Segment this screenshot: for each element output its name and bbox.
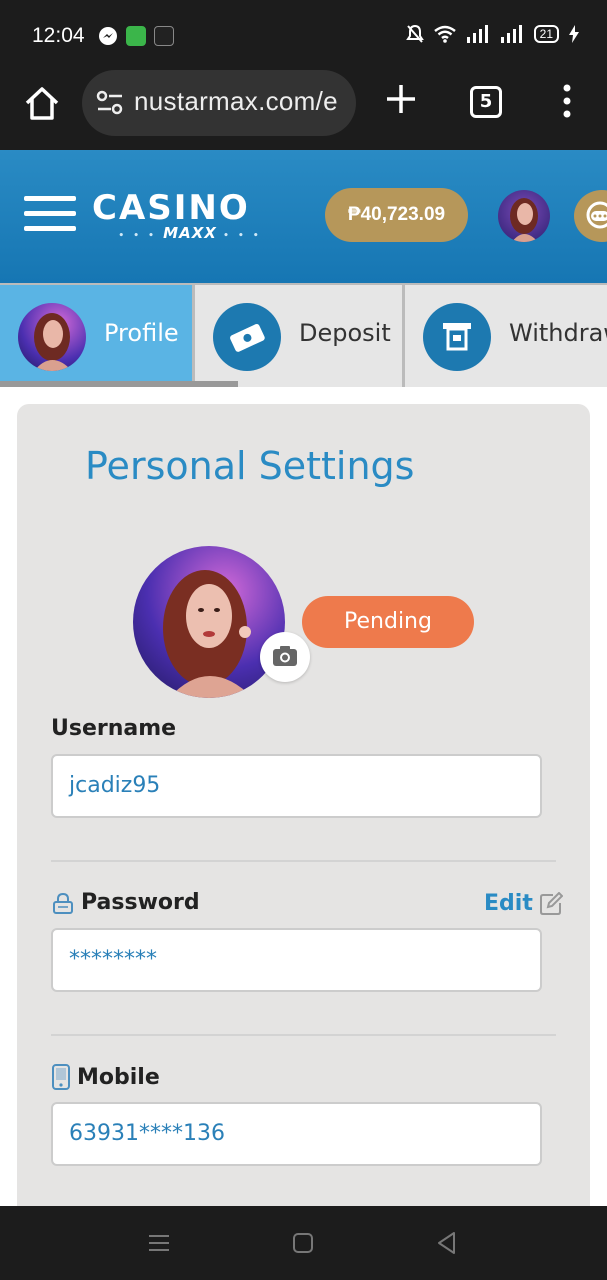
avatar[interactable]	[498, 190, 550, 242]
signal-icon	[500, 25, 522, 43]
system-icons: 21	[405, 24, 579, 44]
site-settings-icon[interactable]	[96, 90, 124, 116]
recent-apps-icon[interactable]	[146, 1230, 172, 1256]
tab-label: Profile	[104, 319, 179, 347]
url-text[interactable]: nustarmax.com/e	[134, 86, 344, 117]
status-badge: Pending	[302, 596, 474, 648]
tab-switcher-button[interactable]: 5	[470, 86, 502, 118]
edit-icon	[539, 891, 563, 915]
active-tab-indicator	[0, 381, 238, 387]
signal-icon	[466, 25, 488, 43]
edit-label: Edit	[484, 891, 533, 916]
tab-deposit[interactable]: Deposit	[195, 285, 405, 387]
tab-label: Withdraw	[509, 319, 607, 347]
username-label: Username	[51, 716, 176, 741]
browser-toolbar: nustarmax.com/e 5	[0, 70, 607, 150]
personal-settings-card: Personal Settings Pending Username jcadi…	[17, 404, 590, 1224]
username-field[interactable]: jcadiz95	[51, 754, 542, 818]
password-field[interactable]: ********	[51, 928, 542, 992]
app-icon	[126, 26, 146, 46]
messenger-icon	[98, 26, 118, 46]
lock-icon	[53, 892, 73, 914]
mute-icon	[405, 24, 424, 43]
address-bar[interactable]: nustarmax.com/e	[82, 70, 356, 136]
battery-level: 21	[533, 25, 559, 43]
hamburger-menu-icon[interactable]	[24, 196, 76, 236]
camera-icon[interactable]	[260, 632, 310, 682]
edit-password-button[interactable]: Edit	[484, 891, 563, 916]
logo-main-text: CASINO	[92, 188, 250, 228]
password-label-text: Password	[81, 890, 200, 915]
logo-sub-text: MAXX	[163, 224, 217, 242]
withdraw-icon	[423, 303, 491, 371]
status-bar: 12:04 21	[0, 0, 607, 70]
account-nav-tabs: Profile Deposit Withdraw	[0, 283, 607, 387]
tab-label: Deposit	[299, 319, 391, 347]
home-icon[interactable]	[22, 84, 62, 124]
logo-sub: • • • MAXX • • •	[118, 224, 262, 242]
charging-icon	[569, 25, 579, 43]
more-menu-icon[interactable]	[562, 84, 572, 118]
casino-logo[interactable]: CASINO • • • MAXX • • •	[92, 190, 288, 246]
wifi-icon	[433, 25, 456, 43]
site-header: CASINO • • • MAXX • • • ₱40,723.09	[0, 150, 607, 283]
phone-icon	[52, 1064, 70, 1090]
password-label: Password	[51, 890, 200, 915]
new-tab-icon[interactable]	[384, 82, 418, 116]
mobile-field[interactable]: 63931****136	[51, 1102, 542, 1166]
tab-withdraw[interactable]: Withdraw	[405, 285, 607, 387]
profile-avatar	[18, 303, 86, 371]
app-icon	[154, 26, 174, 46]
status-time: 12:04	[32, 24, 85, 47]
tab-profile[interactable]: Profile	[0, 285, 195, 387]
balance-button[interactable]: ₱40,723.09	[325, 188, 468, 242]
deposit-icon	[213, 303, 281, 371]
support-chat-icon[interactable]	[574, 190, 607, 242]
notification-icons	[98, 26, 174, 46]
page-title: Personal Settings	[85, 444, 415, 488]
system-navigation-bar	[0, 1206, 607, 1280]
divider	[51, 1034, 556, 1036]
mobile-label-text: Mobile	[77, 1064, 160, 1090]
username-label-text: Username	[51, 716, 177, 741]
divider	[51, 860, 556, 862]
home-nav-icon[interactable]	[290, 1230, 316, 1256]
mobile-label: Mobile	[51, 1064, 160, 1090]
back-icon[interactable]	[434, 1230, 460, 1256]
